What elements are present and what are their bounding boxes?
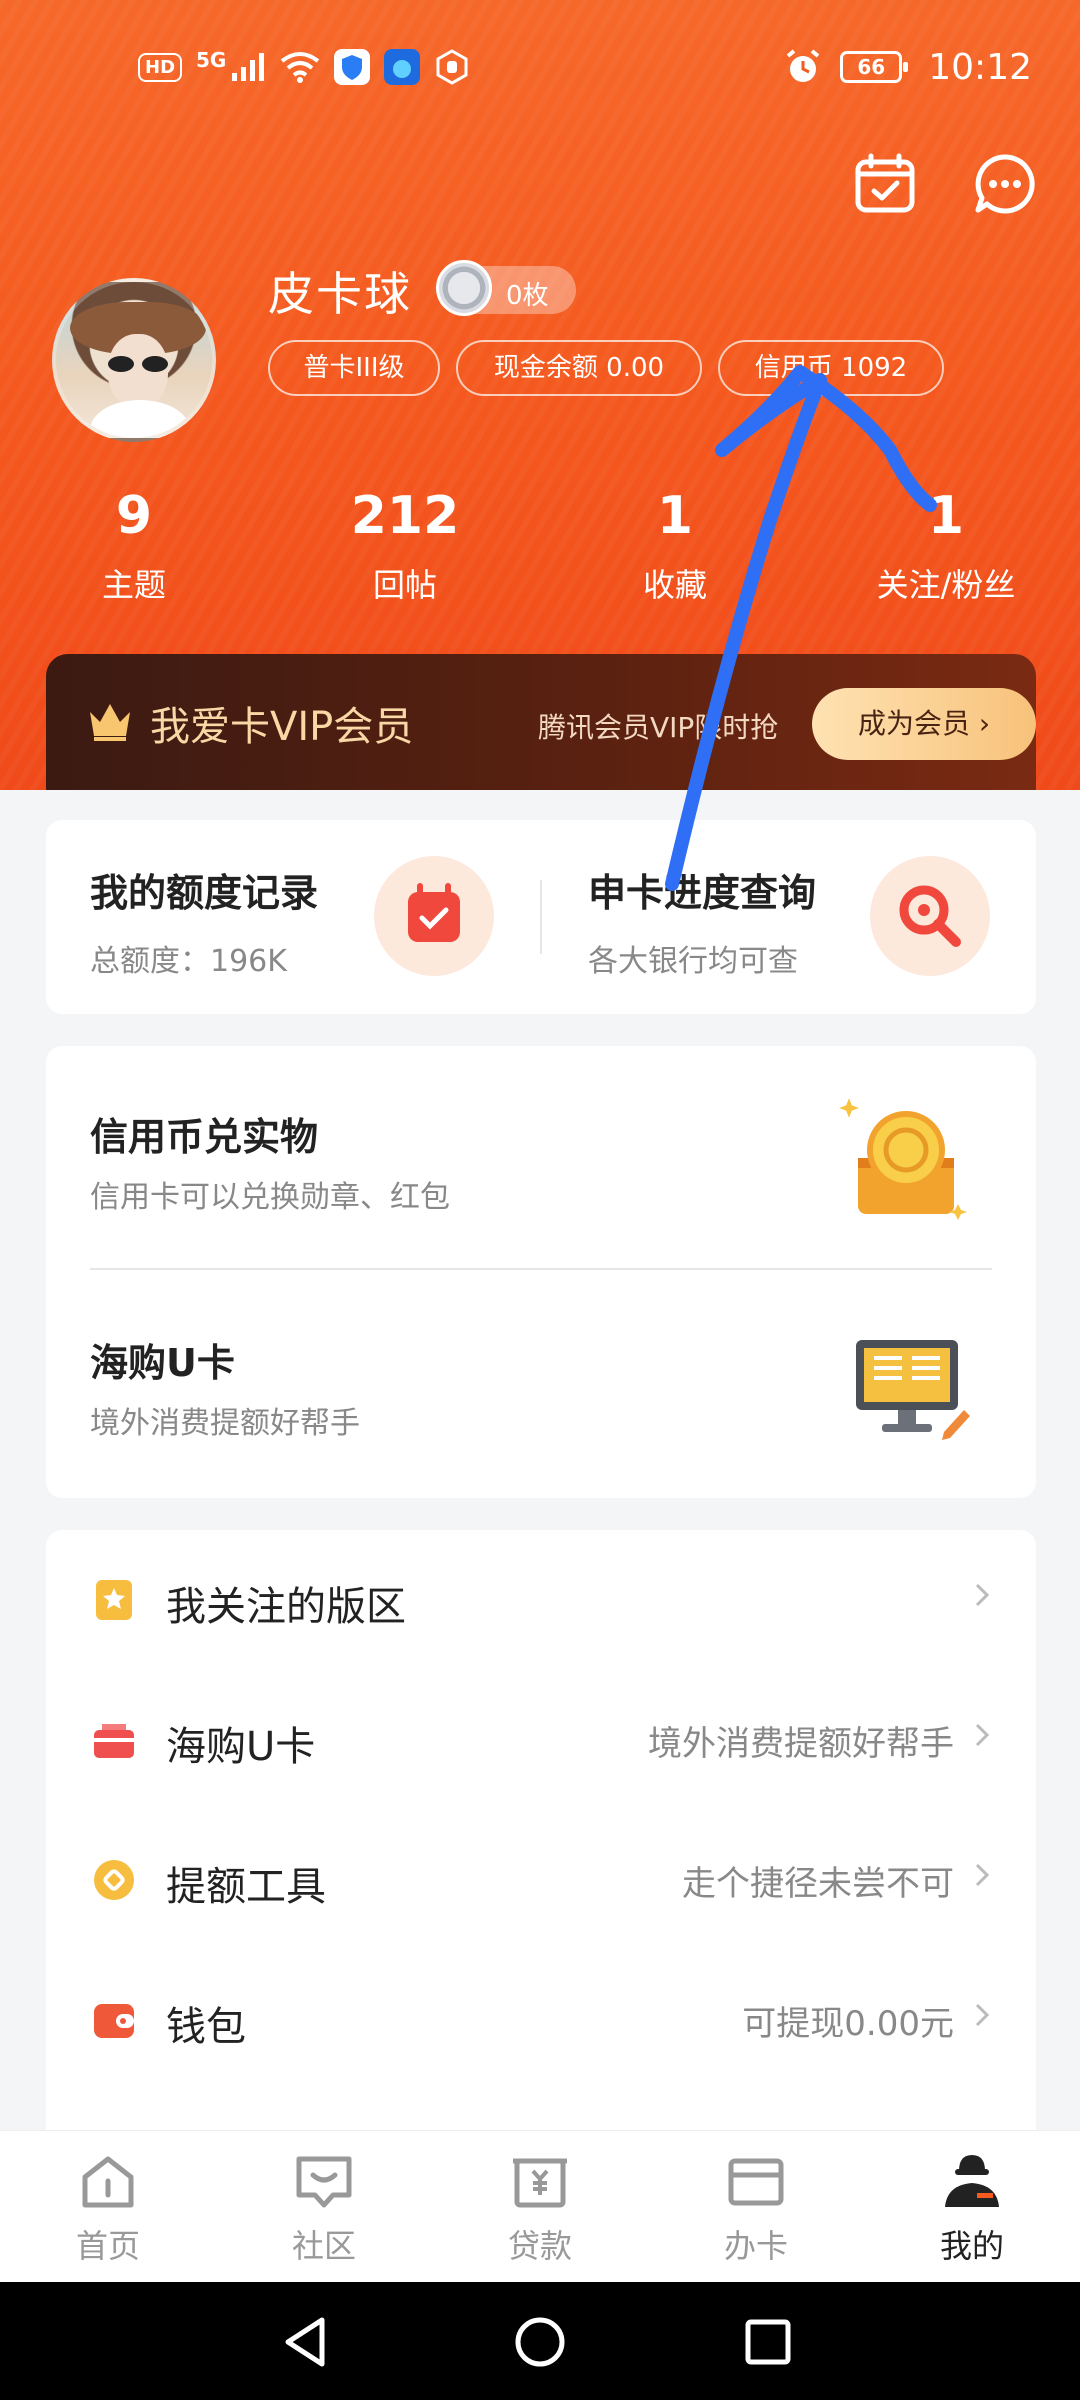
tab-label: 我的 bbox=[939, 2227, 1004, 2265]
quota-record-subtitle: 总额度：196K bbox=[90, 944, 287, 979]
tab-label: 首页 bbox=[75, 2227, 140, 2265]
medal-count: 0枚 bbox=[506, 281, 549, 311]
message-icon[interactable] bbox=[973, 152, 1037, 216]
profile-icon bbox=[945, 2155, 999, 2207]
treasure-chest-icon bbox=[839, 1098, 967, 1220]
coin-icon bbox=[94, 1860, 134, 1900]
tab-loans[interactable]: 贷款 bbox=[432, 2151, 648, 2267]
stat-favorites-label: 收藏 bbox=[642, 566, 707, 604]
signal-icon bbox=[232, 53, 265, 81]
tab-label: 办卡 bbox=[723, 2227, 788, 2265]
menu-item-overseas-u-card[interactable]: 海购U卡 境外消费提额好帮手 bbox=[46, 1670, 1036, 1810]
card-apply-icon bbox=[728, 2158, 784, 2206]
stat-follows-count: 1 bbox=[927, 486, 965, 546]
menu-list: 我关注的版区 海购U卡 境外消费提额好帮手 提额工具 走个捷径未尝不可 钱包 可… bbox=[46, 1530, 1036, 2130]
crown-icon bbox=[90, 704, 130, 741]
cash-balance-tag[interactable]: 现金余额 0.00 bbox=[456, 340, 702, 396]
credit-coin-exchange-subtitle: 信用卡可以兑换勋章、红包 bbox=[90, 1180, 450, 1215]
stat-follows-label: 关注/粉丝 bbox=[876, 566, 1016, 604]
battery-indicator: 66 bbox=[840, 51, 909, 83]
recent-apps-icon[interactable] bbox=[744, 2318, 792, 2366]
stat-topics[interactable]: 9 主题 bbox=[24, 486, 244, 606]
monitor-icon bbox=[856, 1340, 970, 1440]
wifi-icon bbox=[281, 52, 320, 83]
menu-label: 海购U卡 bbox=[166, 1724, 316, 1770]
stat-favorites[interactable]: 1 收藏 bbox=[565, 486, 785, 606]
community-icon bbox=[296, 2156, 352, 2208]
hd-indicator: HD bbox=[138, 52, 183, 82]
chevron-right-icon bbox=[975, 2003, 990, 2027]
home-button-icon[interactable] bbox=[514, 2316, 566, 2368]
tab-apply-card[interactable]: 办卡 bbox=[648, 2151, 864, 2267]
quick-entry-card: 我的额度记录 总额度：196K 申卡进度查询 各大银行均可查 bbox=[46, 820, 1036, 1014]
calendar-checkin-icon[interactable] bbox=[853, 152, 917, 216]
stat-replies-count: 212 bbox=[350, 486, 460, 546]
tab-mine[interactable]: 我的 bbox=[864, 2151, 1080, 2267]
medal-icon bbox=[436, 260, 492, 316]
menu-value: 可提现0.00元 bbox=[742, 2004, 954, 2044]
loan-icon bbox=[513, 2158, 567, 2208]
vip-subtitle: 腾讯会员VIP限时抢 bbox=[538, 711, 779, 744]
menu-label: 提额工具 bbox=[166, 1864, 326, 1910]
overseas-u-card-title: 海购U卡 bbox=[90, 1341, 235, 1385]
menu-item-wallet[interactable]: 钱包 可提现0.00元 bbox=[46, 1950, 1036, 2090]
card-level-tag[interactable]: 普卡III级 bbox=[268, 340, 440, 396]
clock: 10:12 bbox=[928, 46, 1032, 88]
tab-label: 贷款 bbox=[507, 2227, 572, 2265]
application-progress-title: 申卡进度查询 bbox=[588, 871, 817, 915]
tab-home[interactable]: 首页 bbox=[0, 2151, 216, 2267]
menu-item-followed-boards[interactable]: 我关注的版区 bbox=[46, 1530, 1036, 1670]
feature-card: 信用币兑实物 信用卡可以兑换勋章、红包 海购U卡 境外消费提额好帮手 bbox=[46, 1046, 1036, 1498]
stat-replies-label: 回帖 bbox=[372, 566, 437, 604]
credit-coin-exchange-title: 信用币兑实物 bbox=[90, 1115, 319, 1159]
feature-divider bbox=[90, 1268, 992, 1270]
application-progress-subtitle: 各大银行均可查 bbox=[588, 944, 798, 979]
credit-coin-tag[interactable]: 信用币 1092 bbox=[718, 340, 944, 396]
tab-label: 社区 bbox=[291, 2227, 356, 2265]
magnifier-icon bbox=[870, 856, 990, 976]
chevron-right-icon bbox=[975, 1863, 990, 1887]
menu-value: 走个捷径未尝不可 bbox=[682, 1864, 954, 1904]
stat-replies[interactable]: 212 回帖 bbox=[295, 486, 515, 606]
card-icon bbox=[94, 1724, 134, 1758]
hand-app-icon bbox=[436, 49, 468, 85]
star-bookmark-icon bbox=[96, 1580, 132, 1620]
stat-topics-label: 主题 bbox=[101, 566, 166, 604]
vip-title: 我爱卡VIP会员 bbox=[150, 704, 414, 750]
profile-header: HD 5G 66 10:12 皮卡球 0枚 普卡III级 现金余额 0.00 信… bbox=[0, 0, 1080, 790]
medal-count-badge[interactable]: 0枚 bbox=[436, 260, 576, 316]
status-bar: HD 5G 66 10:12 bbox=[0, 42, 1080, 92]
stat-follows[interactable]: 1 关注/粉丝 bbox=[836, 486, 1056, 606]
menu-item-limit-tool[interactable]: 提额工具 走个捷径未尝不可 bbox=[46, 1810, 1036, 1950]
become-member-label: 成为会员 bbox=[857, 707, 970, 740]
menu-value: 境外消费提额好帮手 bbox=[648, 1724, 954, 1764]
stat-favorites-count: 1 bbox=[656, 486, 694, 546]
system-navigation-bar bbox=[0, 2282, 1080, 2400]
chevron-right-icon: › bbox=[978, 707, 991, 740]
quota-calendar-icon bbox=[374, 856, 494, 976]
become-member-button[interactable]: 成为会员 › bbox=[812, 688, 1036, 760]
home-icon bbox=[82, 2156, 134, 2208]
overseas-u-card-subtitle: 境外消费提额好帮手 bbox=[90, 1406, 360, 1441]
chevron-right-icon bbox=[975, 1723, 990, 1747]
wallet-icon bbox=[94, 2004, 134, 2038]
car-app-icon bbox=[384, 49, 421, 85]
back-icon[interactable] bbox=[280, 2316, 330, 2368]
stat-topics-count: 9 bbox=[115, 486, 153, 546]
chevron-right-icon bbox=[975, 1583, 990, 1607]
shield-app-icon bbox=[334, 49, 371, 85]
quota-record-title: 我的额度记录 bbox=[90, 871, 319, 915]
vip-banner[interactable]: 我爱卡VIP会员 腾讯会员VIP限时抢 成为会员 › bbox=[46, 654, 1036, 790]
menu-label: 我关注的版区 bbox=[166, 1584, 406, 1630]
card-divider bbox=[540, 880, 542, 954]
alarm-icon bbox=[786, 49, 820, 82]
menu-label: 钱包 bbox=[166, 2004, 246, 2050]
tab-community[interactable]: 社区 bbox=[216, 2151, 432, 2267]
network-label: 5G bbox=[196, 48, 227, 72]
username[interactable]: 皮卡球 bbox=[268, 258, 412, 324]
bottom-tab-bar: 首页 社区 贷款 办卡 我的 bbox=[0, 2130, 1080, 2282]
avatar[interactable] bbox=[52, 278, 216, 442]
